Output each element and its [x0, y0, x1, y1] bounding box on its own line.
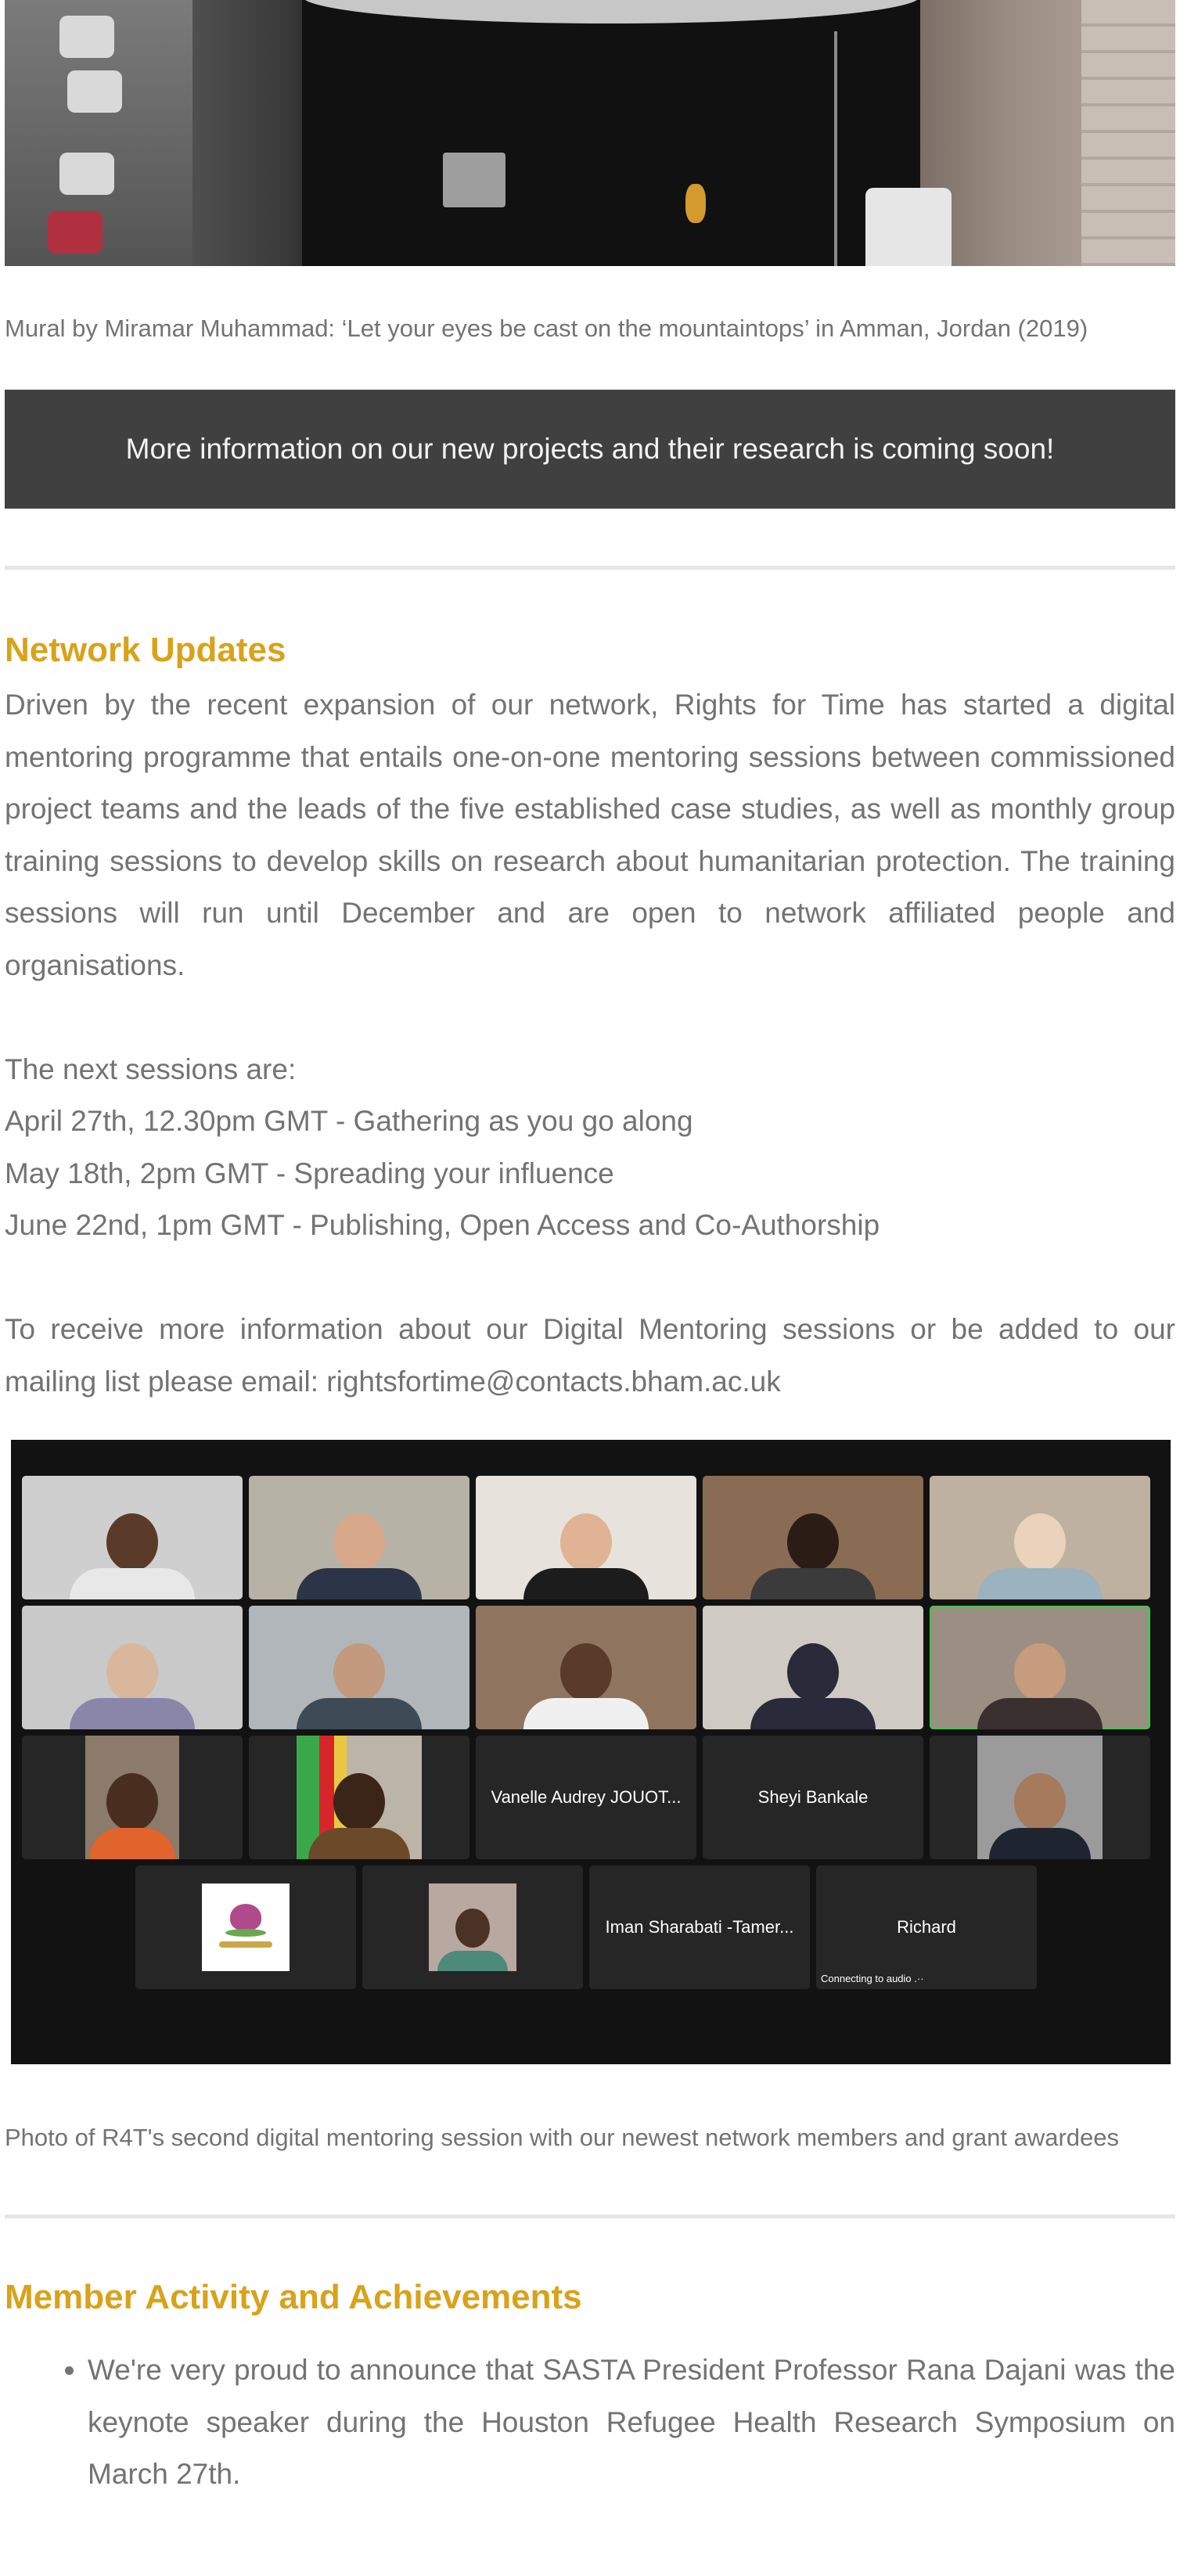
- network-updates-body: Driven by the recent expansion of our ne…: [5, 679, 1175, 1408]
- banner-text: More information on our new projects and…: [125, 433, 1055, 465]
- participant-tile: Sheyi Bankale: [703, 1736, 923, 1859]
- parked-car: [48, 211, 103, 254]
- participant-tile: [930, 1736, 1150, 1859]
- active-speaker-video: [930, 1606, 1150, 1729]
- participant-video: [476, 1476, 696, 1599]
- participant-name: Sheyi Bankale: [757, 1787, 869, 1807]
- zoom-caption: Photo of R4T's second digital mentoring …: [5, 2124, 1120, 2151]
- divider: [5, 566, 1175, 570]
- network-updates-heading: Network Updates: [5, 631, 286, 669]
- building: [1081, 0, 1175, 266]
- mural-photo: [5, 0, 1175, 266]
- participant-tile: [22, 1736, 243, 1859]
- participant-video: [703, 1476, 923, 1599]
- participant-tile: [135, 1865, 356, 1989]
- participant-video: [703, 1606, 923, 1729]
- parked-car: [59, 153, 114, 195]
- participant-video: [249, 1606, 469, 1729]
- participant-name: Richard: [897, 1917, 956, 1937]
- participant-video: [22, 1476, 243, 1599]
- participant-video: [930, 1476, 1150, 1599]
- participant-photo: [429, 1883, 516, 1971]
- sessions-intro: The next sessions are:: [5, 1052, 297, 1085]
- participant-tile: [249, 1736, 469, 1859]
- participant-name: Iman Sharabati -Tamer...: [605, 1917, 794, 1937]
- participant-name: Vanelle Audrey JOUOT...: [491, 1787, 682, 1807]
- fire: [685, 184, 706, 223]
- member-activity-heading: Member Activity and Achievements: [5, 2278, 582, 2316]
- activity-item: We're very proud to announce that SASTA …: [88, 2344, 1175, 2501]
- session-item: May 18th, 2pm GMT - Spreading your influ…: [5, 1157, 614, 1189]
- participant-video: [476, 1606, 696, 1729]
- participant-video: [249, 1476, 469, 1599]
- contact-text: To receive more information about our Di…: [5, 1313, 1175, 1398]
- session-item: April 27th, 12.30pm GMT - Gathering as y…: [5, 1105, 693, 1137]
- organisation-logo: [202, 1883, 290, 1971]
- participant-tile: Iman Sharabati -Tamer...: [589, 1865, 810, 1989]
- hero-caption: Mural by Miramar Muhammad: ‘Let your eye…: [5, 315, 1088, 342]
- coming-soon-banner: More information on our new projects and…: [5, 390, 1175, 509]
- activity-list: We're very proud to announce that SASTA …: [5, 2344, 1175, 2501]
- zoom-call-photo: Vanelle Audrey JOUOT... Sheyi Bankale Im…: [11, 1440, 1171, 2064]
- parked-car: [67, 70, 122, 113]
- water-tank: [865, 188, 952, 266]
- parked-car: [59, 16, 114, 58]
- session-item: June 22nd, 1pm GMT - Publishing, Open Ac…: [5, 1209, 880, 1241]
- divider: [5, 2214, 1175, 2218]
- dumpster: [443, 153, 505, 207]
- network-intro: Driven by the recent expansion of our ne…: [5, 689, 1175, 981]
- antenna: [834, 31, 837, 266]
- mural-wall: [302, 0, 920, 266]
- participant-tile: [362, 1865, 583, 1989]
- participant-tile: Vanelle Audrey JOUOT...: [476, 1736, 696, 1859]
- participant-video: [22, 1606, 243, 1729]
- participant-tile: Richard Connecting to audio .··: [816, 1865, 1037, 1989]
- connecting-audio-status: Connecting to audio .··: [821, 1973, 924, 1984]
